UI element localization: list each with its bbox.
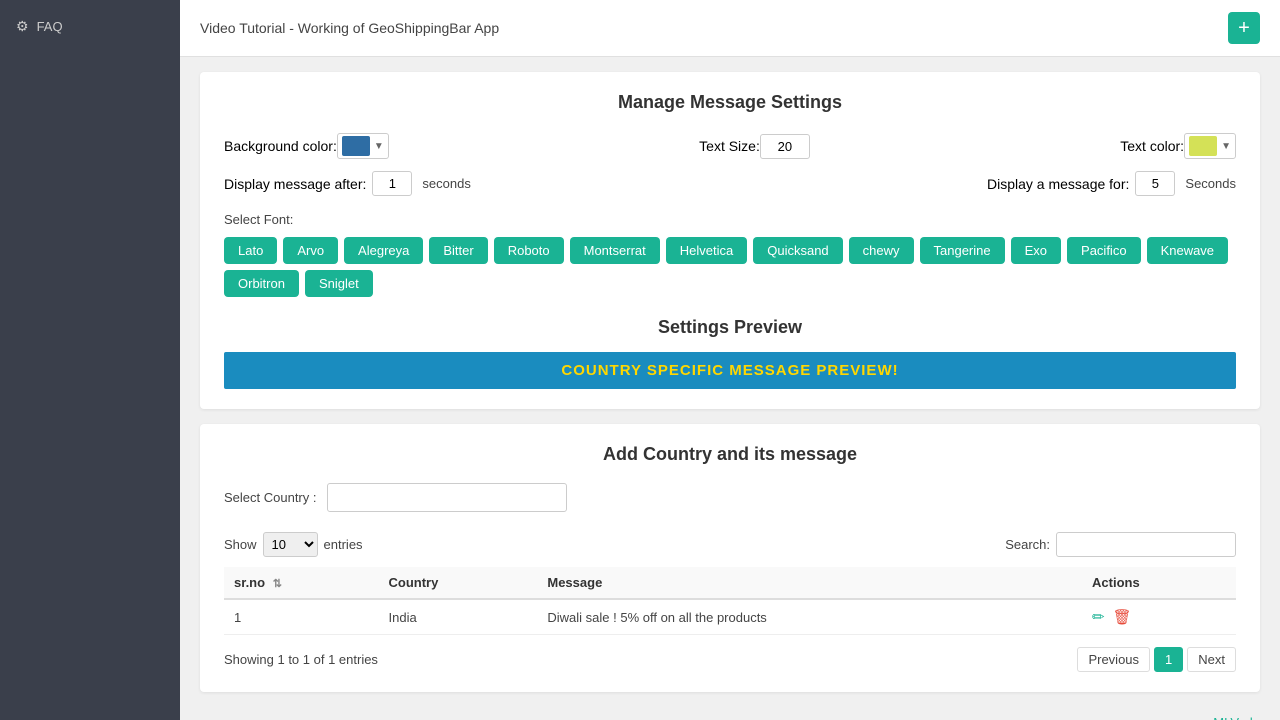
text-color-swatch[interactable]: ▼	[1184, 133, 1236, 159]
prev-button[interactable]: Previous	[1077, 647, 1150, 672]
display-after-suffix: seconds	[422, 176, 470, 191]
font-btn-chewy[interactable]: chewy	[849, 237, 914, 264]
col-message-label: Message	[547, 575, 602, 590]
bg-color-group: Background color: ▼	[224, 133, 389, 159]
text-color-label: Text color:	[1120, 138, 1184, 154]
delete-icon[interactable]: 🗑	[1113, 608, 1132, 626]
edit-icon[interactable]: ✏	[1092, 608, 1105, 626]
show-label: Show	[224, 537, 257, 552]
search-input[interactable]	[1056, 532, 1236, 557]
select-country-input[interactable]	[327, 483, 567, 512]
text-color-group: Text color: ▼	[1120, 133, 1236, 159]
display-after-group: Display message after: seconds	[224, 171, 471, 196]
font-section: Select Font: LatoArvoAlegreyaBitter Robot…	[224, 212, 1236, 297]
table-row: 1 India Diwali sale ! 5% off on all the …	[224, 599, 1236, 635]
show-entries-group: Show 10 25 50 entries	[224, 532, 363, 557]
font-buttons: LatoArvoAlegreyaBitter RobotoMontserratHe…	[224, 237, 1236, 297]
font-btn-lato[interactable]: Lato	[224, 237, 277, 264]
table-head: sr.no ⇅ Country Message Actions	[224, 567, 1236, 599]
footer: MLVeda	[180, 707, 1280, 720]
country-table: sr.no ⇅ Country Message Actions 1 Ind	[224, 567, 1236, 635]
cell-message: Diwali sale ! 5% off on all the products	[537, 599, 1082, 635]
table-controls: Show 10 25 50 entries Search:	[224, 532, 1236, 557]
entries-select[interactable]: 10 25 50	[263, 532, 318, 557]
col-srno-label: sr.no	[234, 575, 265, 590]
cell-actions: ✏ 🗑	[1082, 599, 1236, 635]
display-for-label: Display a message for:	[987, 176, 1129, 192]
text-size-input[interactable]	[760, 134, 810, 159]
add-country-card: Add Country and its message Select Count…	[200, 424, 1260, 692]
text-size-label: Text Size:	[699, 138, 760, 154]
add-button[interactable]: +	[1228, 12, 1260, 44]
settings-second-row: Display message after: seconds Display a…	[224, 171, 1236, 196]
text-color-arrow: ▼	[1221, 141, 1231, 152]
search-group: Search:	[1005, 532, 1236, 557]
col-country: Country	[379, 567, 538, 599]
font-btn-helvetica[interactable]: Helvetica	[666, 237, 747, 264]
cell-srno: 1	[224, 599, 379, 635]
display-for-suffix: Seconds	[1185, 176, 1236, 191]
current-page: 1	[1154, 647, 1183, 672]
font-btn-sniglet[interactable]: Sniglet	[305, 270, 373, 297]
preview-title: Settings Preview	[224, 317, 1236, 338]
pagination-row: Showing 1 to 1 of 1 entries Previous 1 N…	[224, 647, 1236, 672]
message-settings-title: Manage Message Settings	[224, 92, 1236, 113]
col-actions-label: Actions	[1092, 575, 1140, 590]
entries-label: entries	[324, 537, 363, 552]
cell-country: India	[379, 599, 538, 635]
search-label: Search:	[1005, 537, 1050, 552]
bg-color-label: Background color:	[224, 138, 337, 154]
font-btn-montserrat[interactable]: Montserrat	[570, 237, 660, 264]
font-btn-bitter[interactable]: Bitter	[429, 237, 487, 264]
sidebar-item-label: FAQ	[37, 19, 63, 34]
bg-color-arrow: ▼	[374, 141, 384, 152]
table-header-row: sr.no ⇅ Country Message Actions	[224, 567, 1236, 599]
select-country-label: Select Country :	[224, 490, 317, 505]
font-btn-knewave[interactable]: Knewave	[1147, 237, 1228, 264]
font-btn-roboto[interactable]: Roboto	[494, 237, 564, 264]
sort-icon: ⇅	[273, 578, 282, 590]
top-bar: Video Tutorial - Working of GeoShippingB…	[180, 0, 1280, 57]
select-country-row: Select Country :	[224, 483, 1236, 512]
text-color-box	[1189, 136, 1217, 156]
font-btn-arvo[interactable]: Arvo	[283, 237, 338, 264]
display-for-group: Display a message for: Seconds	[987, 171, 1236, 196]
sidebar-item-faq[interactable]: ⚙ FAQ	[0, 10, 180, 43]
font-label: Select Font:	[224, 212, 1236, 227]
font-btn-alegreya[interactable]: Alegreya	[344, 237, 423, 264]
main-content: Video Tutorial - Working of GeoShippingB…	[180, 0, 1280, 720]
pagination-controls: Previous 1 Next	[1077, 647, 1236, 672]
showing-text: Showing 1 to 1 of 1 entries	[224, 652, 378, 667]
bg-color-box	[342, 136, 370, 156]
col-message: Message	[537, 567, 1082, 599]
font-btn-exo[interactable]: Exo	[1011, 237, 1061, 264]
page-title: Video Tutorial - Working of GeoShippingB…	[200, 20, 499, 36]
col-srno[interactable]: sr.no ⇅	[224, 567, 379, 599]
display-after-label: Display message after:	[224, 176, 366, 192]
bg-color-swatch[interactable]: ▼	[337, 133, 389, 159]
message-settings-card: Manage Message Settings Background color…	[200, 72, 1260, 409]
font-btn-pacifico[interactable]: Pacifico	[1067, 237, 1141, 264]
font-btn-quicksand[interactable]: Quicksand	[753, 237, 842, 264]
settings-top-row: Background color: ▼ Text Size: Text colo…	[224, 133, 1236, 159]
brand-label: MLVeda	[1213, 715, 1260, 720]
display-after-input[interactable]	[372, 171, 412, 196]
font-btn-orbitron[interactable]: Orbitron	[224, 270, 299, 297]
col-country-label: Country	[389, 575, 439, 590]
font-btn-tangerine[interactable]: Tangerine	[920, 237, 1005, 264]
preview-bar: COUNTRY SPECIFIC MESSAGE PREVIEW!	[224, 352, 1236, 389]
sidebar: ⚙ FAQ	[0, 0, 180, 720]
display-for-input[interactable]	[1135, 171, 1175, 196]
add-country-title: Add Country and its message	[224, 444, 1236, 465]
col-actions: Actions	[1082, 567, 1236, 599]
text-size-group: Text Size:	[699, 134, 810, 159]
gear-icon: ⚙	[16, 18, 29, 35]
table-body: 1 India Diwali sale ! 5% off on all the …	[224, 599, 1236, 635]
next-button[interactable]: Next	[1187, 647, 1236, 672]
